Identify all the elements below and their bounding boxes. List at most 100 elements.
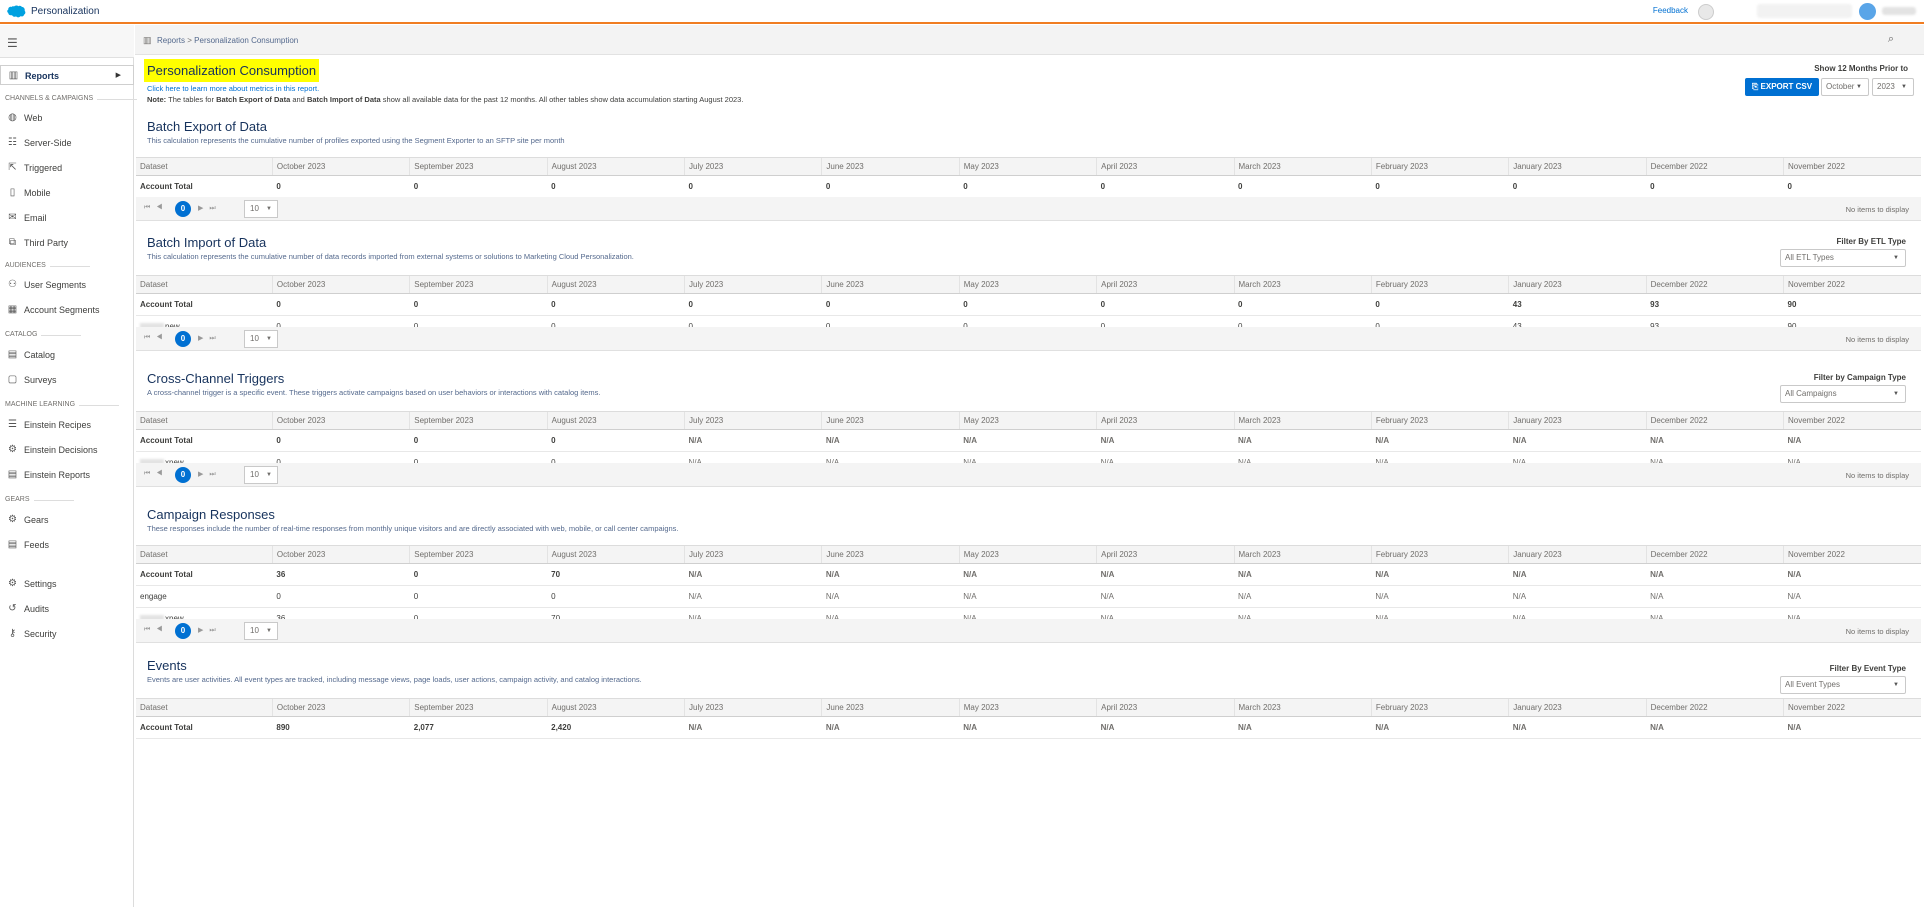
column-header[interactable]: September 2023 — [409, 411, 548, 430]
column-header[interactable]: June 2023 — [821, 698, 960, 717]
column-header[interactable]: June 2023 — [821, 411, 960, 430]
menu-toggle-button[interactable]: ☰ — [0, 25, 134, 58]
column-header[interactable]: June 2023 — [821, 157, 960, 176]
column-header[interactable]: July 2023 — [683, 411, 822, 430]
column-header[interactable]: November 2022 — [1783, 411, 1921, 430]
sidebar-item-settings[interactable]: ⚙ Settings — [0, 574, 134, 594]
column-header[interactable]: August 2023 — [546, 275, 685, 294]
sidebar-item-surveys[interactable]: ▢ Surveys — [0, 370, 134, 390]
column-header[interactable]: October 2023 — [271, 545, 410, 564]
column-header[interactable]: August 2023 — [546, 157, 685, 176]
avatar[interactable] — [1859, 3, 1876, 20]
sidebar-item-web[interactable]: ◍ Web — [0, 108, 134, 128]
column-header[interactable]: October 2023 — [271, 275, 410, 294]
column-header[interactable]: May 2023 — [958, 411, 1097, 430]
column-header[interactable]: March 2023 — [1233, 545, 1372, 564]
next-last-page-icon[interactable]: ▶⏭ — [198, 470, 222, 479]
column-header[interactable]: December 2022 — [1645, 157, 1784, 176]
column-header[interactable]: April 2023 — [1096, 275, 1234, 294]
user-name[interactable] — [1882, 7, 1916, 15]
column-header[interactable]: April 2023 — [1096, 157, 1234, 176]
sidebar-item-email[interactable]: ✉ Email — [0, 208, 134, 228]
column-header[interactable]: May 2023 — [958, 545, 1097, 564]
column-header[interactable]: Dataset — [136, 698, 273, 717]
breadcrumb-reports-link[interactable]: Reports — [157, 36, 185, 45]
page-size-select[interactable]: 10 ▼ — [244, 200, 278, 218]
sidebar-item-einstein-reports[interactable]: ▤ Einstein Reports — [0, 465, 134, 485]
column-header[interactable]: March 2023 — [1233, 275, 1372, 294]
column-header[interactable]: May 2023 — [958, 275, 1097, 294]
sidebar-item-account-segments[interactable]: ▦ Account Segments — [0, 300, 134, 320]
column-header[interactable]: December 2022 — [1645, 545, 1784, 564]
column-header[interactable]: August 2023 — [546, 698, 685, 717]
sidebar-item-mobile[interactable]: ▯ Mobile — [0, 183, 134, 203]
column-header[interactable]: May 2023 — [958, 157, 1097, 176]
first-prev-page-icon[interactable]: ⏮◀ — [144, 204, 169, 212]
column-header[interactable]: December 2022 — [1645, 275, 1784, 294]
column-header[interactable]: October 2023 — [271, 698, 410, 717]
column-header[interactable]: January 2023 — [1508, 275, 1647, 294]
column-header[interactable]: November 2022 — [1783, 275, 1921, 294]
learn-more-link[interactable]: Click here to learn more about metrics i… — [147, 84, 319, 93]
current-page-button[interactable]: 0 — [175, 623, 191, 639]
column-header[interactable]: June 2023 — [821, 545, 960, 564]
salesforce-cloud-icon[interactable] — [6, 5, 26, 18]
column-header[interactable]: April 2023 — [1096, 698, 1234, 717]
current-page-button[interactable]: 0 — [175, 467, 191, 483]
current-page-button[interactable]: 0 — [175, 201, 191, 217]
year-select[interactable]: 2023 ▼ — [1872, 78, 1914, 96]
sidebar-item-einstein-recipes[interactable]: ☰ Einstein Recipes — [0, 415, 134, 435]
column-header[interactable]: October 2023 — [271, 411, 410, 430]
etl-type-select[interactable]: All ETL Types ▼ — [1780, 249, 1906, 267]
sidebar-item-gears[interactable]: ⚙ Gears — [0, 510, 134, 530]
column-header[interactable]: September 2023 — [409, 698, 548, 717]
column-header[interactable]: February 2023 — [1370, 698, 1509, 717]
column-header[interactable]: January 2023 — [1508, 157, 1647, 176]
column-header[interactable]: Dataset — [136, 545, 273, 564]
column-header[interactable]: July 2023 — [683, 275, 822, 294]
sidebar-item-feeds[interactable]: ▤ Feeds — [0, 535, 134, 555]
column-header[interactable]: February 2023 — [1370, 545, 1509, 564]
event-type-select[interactable]: All Event Types ▼ — [1780, 676, 1906, 694]
column-header[interactable]: March 2023 — [1233, 411, 1372, 430]
column-header[interactable]: July 2023 — [683, 698, 822, 717]
month-select[interactable]: October ▼ — [1821, 78, 1869, 96]
column-header[interactable]: December 2022 — [1645, 698, 1784, 717]
sidebar-item-audits[interactable]: ↺ Audits — [0, 599, 134, 619]
sidebar-item-catalog[interactable]: ▤ Catalog — [0, 345, 134, 365]
app-title[interactable]: Personalization — [31, 6, 99, 17]
campaign-type-select[interactable]: All Campaigns ▼ — [1780, 385, 1906, 403]
column-header[interactable]: March 2023 — [1233, 157, 1372, 176]
column-header[interactable]: January 2023 — [1508, 698, 1647, 717]
page-size-select[interactable]: 10 ▼ — [244, 466, 278, 484]
column-header[interactable]: January 2023 — [1508, 411, 1647, 430]
column-header[interactable]: September 2023 — [409, 157, 548, 176]
column-header[interactable]: July 2023 — [683, 157, 822, 176]
next-last-page-icon[interactable]: ▶⏭ — [198, 626, 222, 635]
sidebar-item-server-side[interactable]: ☷ Server-Side — [0, 133, 134, 153]
column-header[interactable]: September 2023 — [409, 275, 548, 294]
page-size-select[interactable]: 10 ▼ — [244, 622, 278, 640]
column-header[interactable]: July 2023 — [683, 545, 822, 564]
column-header[interactable]: November 2022 — [1783, 157, 1921, 176]
next-last-page-icon[interactable]: ▶⏭ — [198, 204, 222, 213]
first-prev-page-icon[interactable]: ⏮◀ — [144, 334, 169, 342]
column-header[interactable]: April 2023 — [1096, 545, 1234, 564]
column-header[interactable]: November 2022 — [1783, 545, 1921, 564]
sidebar-item-third-party[interactable]: ⧉ Third Party — [0, 233, 134, 253]
sidebar-item-user-segments[interactable]: ⚇ User Segments — [0, 275, 134, 295]
sidebar-item-triggered[interactable]: ⇱ Triggered — [0, 158, 134, 178]
column-header[interactable]: February 2023 — [1370, 411, 1509, 430]
column-header[interactable]: September 2023 — [409, 545, 548, 564]
feedback-link[interactable]: Feedback — [1653, 6, 1688, 15]
column-header[interactable]: August 2023 — [546, 411, 685, 430]
column-header[interactable]: March 2023 — [1233, 698, 1372, 717]
column-header[interactable]: May 2023 — [958, 698, 1097, 717]
account-selector[interactable] — [1757, 4, 1852, 18]
column-header[interactable]: June 2023 — [821, 275, 960, 294]
column-header[interactable]: February 2023 — [1370, 157, 1509, 176]
column-header[interactable]: Dataset — [136, 411, 273, 430]
first-prev-page-icon[interactable]: ⏮◀ — [144, 626, 169, 634]
column-header[interactable]: Dataset — [136, 275, 273, 294]
current-page-button[interactable]: 0 — [175, 331, 191, 347]
